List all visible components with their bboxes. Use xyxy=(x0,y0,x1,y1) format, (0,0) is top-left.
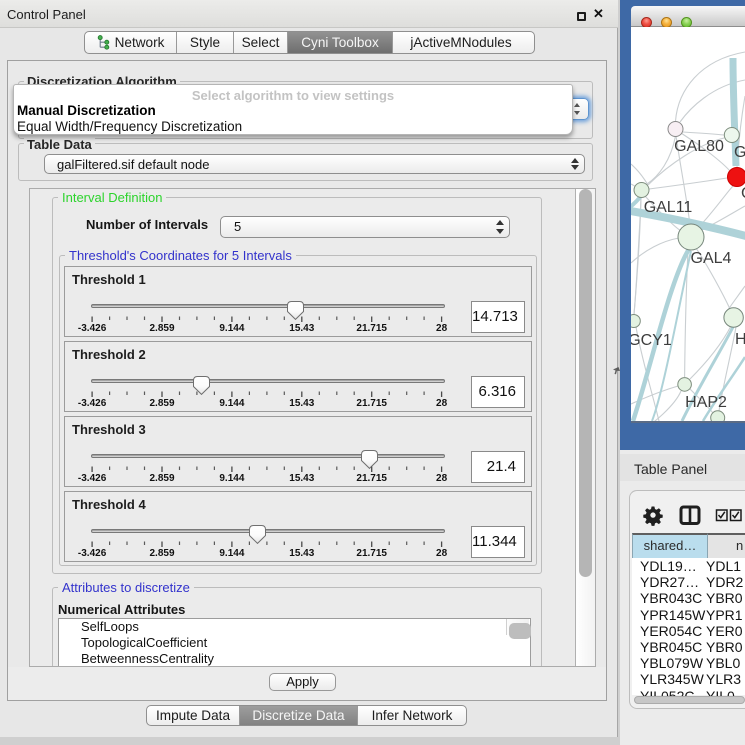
svg-text:GAL11: GAL11 xyxy=(644,199,693,216)
svg-text:GCY1: GCY1 xyxy=(631,332,672,349)
svg-text:CY: CY xyxy=(741,185,745,202)
svg-text:HAP2: HAP2 xyxy=(685,394,727,411)
svg-text:GAL80: GAL80 xyxy=(674,138,724,155)
svg-text:HIS: HIS xyxy=(735,331,745,348)
svg-text:GAL2: GAL2 xyxy=(734,144,745,161)
svg-text:GAL4: GAL4 xyxy=(691,250,732,267)
